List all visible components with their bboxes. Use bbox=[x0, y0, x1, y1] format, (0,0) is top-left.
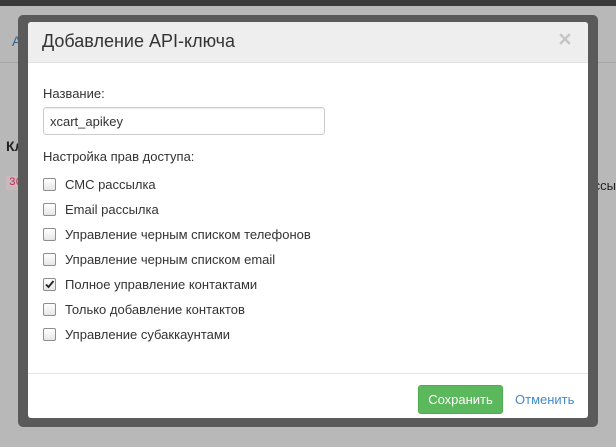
permission-item-email-blacklist[interactable]: Управление черным списком email bbox=[43, 247, 311, 272]
permission-checkbox[interactable] bbox=[43, 203, 56, 216]
permissions-list: СМС рассылка Email рассылка Управление ч… bbox=[43, 172, 311, 347]
permission-label: Управление черным списком телефонов bbox=[65, 227, 311, 242]
permission-item-phone-blacklist[interactable]: Управление черным списком телефонов bbox=[43, 222, 311, 247]
permission-label: Управление субаккаунтами bbox=[65, 327, 231, 342]
modal-body: Название: Настройка прав доступа: СМС ра… bbox=[28, 63, 588, 373]
permission-checkbox[interactable] bbox=[43, 278, 56, 291]
cancel-link[interactable]: Отменить bbox=[515, 392, 574, 407]
permission-checkbox[interactable] bbox=[43, 228, 56, 241]
permission-label: Полное управление контактами bbox=[65, 277, 258, 292]
modal-header: Добавление API-ключа bbox=[28, 22, 588, 63]
save-button[interactable]: Сохранить bbox=[418, 385, 503, 414]
permission-item-contacts-add[interactable]: Только добавление контактов bbox=[43, 297, 311, 322]
permission-checkbox[interactable] bbox=[43, 303, 56, 316]
add-api-key-modal: Добавление API-ключа Название: Настройка… bbox=[28, 22, 588, 418]
permission-label: Email рассылка bbox=[65, 202, 159, 217]
permission-item-subaccounts[interactable]: Управление субаккаунтами bbox=[43, 322, 311, 347]
permission-checkbox[interactable] bbox=[43, 178, 56, 191]
permission-item-sms[interactable]: СМС рассылка bbox=[43, 172, 311, 197]
permission-item-email[interactable]: Email рассылка bbox=[43, 197, 311, 222]
checkmark-icon bbox=[45, 280, 55, 289]
permissions-label: Настройка прав доступа: bbox=[43, 149, 195, 164]
modal-title: Добавление API-ключа bbox=[42, 31, 236, 51]
permission-label: Только добавление контактов bbox=[65, 302, 245, 317]
permission-checkbox[interactable] bbox=[43, 253, 56, 266]
background-top-bar bbox=[0, 0, 616, 6]
name-input[interactable] bbox=[43, 107, 325, 135]
permission-checkbox[interactable] bbox=[43, 328, 56, 341]
permission-label: СМС рассылка bbox=[65, 177, 156, 192]
permission-item-contacts-full[interactable]: Полное управление контактами bbox=[43, 272, 311, 297]
modal-footer: Сохранить Отменить bbox=[28, 373, 588, 418]
close-icon[interactable] bbox=[558, 32, 572, 46]
name-label: Название: bbox=[43, 86, 105, 101]
permission-label: Управление черным списком email bbox=[65, 252, 276, 267]
